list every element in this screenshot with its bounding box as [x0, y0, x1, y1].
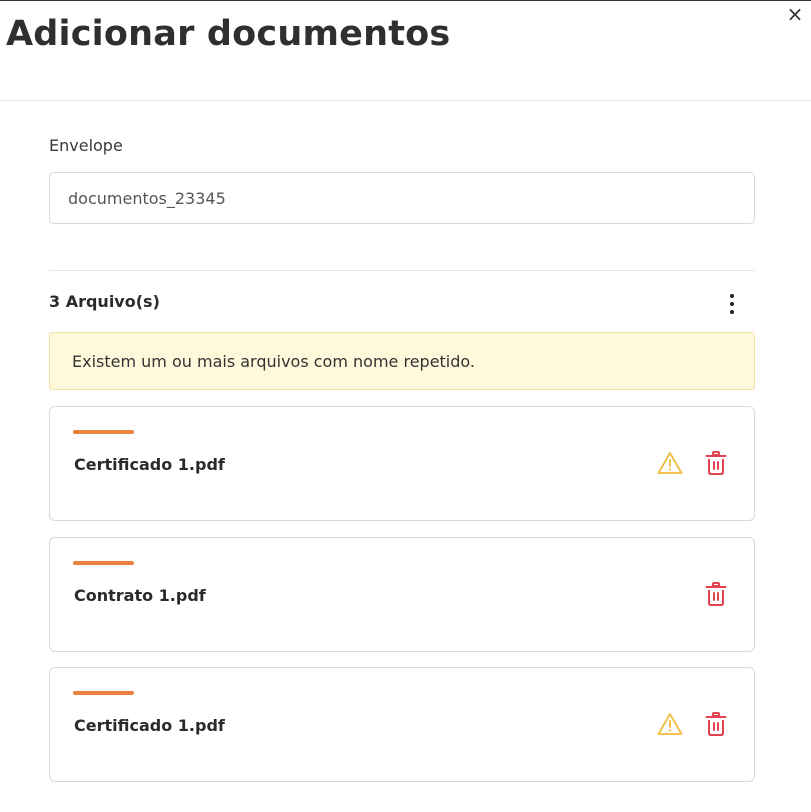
file-accent-bar	[73, 561, 134, 565]
duplicate-names-alert: Existem um ou mais arquivos com nome rep…	[49, 332, 755, 390]
more-vertical-icon	[730, 294, 734, 298]
file-accent-bar	[73, 691, 134, 695]
warning-triangle-icon	[657, 452, 683, 474]
file-name: Certificado 1.pdf	[74, 455, 225, 474]
header-divider	[0, 100, 811, 101]
warning-triangle-icon	[657, 713, 683, 735]
more-options-button[interactable]	[722, 290, 742, 318]
files-count: 3 Arquivo(s)	[49, 292, 160, 311]
envelope-input[interactable]	[49, 172, 755, 224]
modal-top-border	[0, 0, 811, 1]
file-name: Certificado 1.pdf	[74, 716, 225, 735]
alert-text: Existem um ou mais arquivos com nome rep…	[72, 351, 475, 371]
file-card: Contrato 1.pdf	[49, 537, 755, 652]
file-name: Contrato 1.pdf	[74, 586, 206, 605]
trash-icon[interactable]	[705, 450, 727, 476]
trash-icon[interactable]	[705, 711, 727, 737]
section-divider	[49, 270, 755, 271]
trash-icon[interactable]	[705, 581, 727, 607]
close-button[interactable]: ×	[785, 4, 805, 24]
file-card: Certificado 1.pdf	[49, 406, 755, 521]
file-accent-bar	[73, 430, 134, 434]
close-icon: ×	[786, 2, 804, 26]
envelope-label: Envelope	[49, 136, 123, 155]
file-card: Certificado 1.pdf	[49, 667, 755, 782]
modal-title: Adicionar documentos	[6, 14, 451, 54]
